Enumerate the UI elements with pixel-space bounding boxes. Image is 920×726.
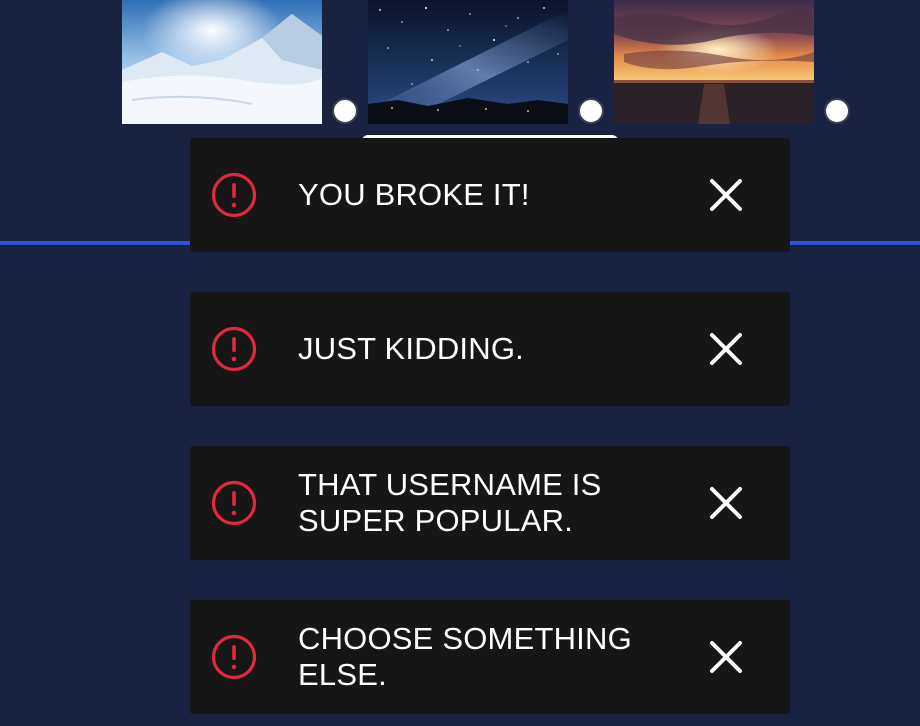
alert-circle-icon	[211, 326, 257, 372]
toast-notification: YOU BROKE IT!	[190, 138, 790, 252]
image-radio-3[interactable]	[824, 98, 850, 124]
image-radio-2[interactable]	[578, 98, 604, 124]
sunset-ocean-image[interactable]	[614, 0, 814, 124]
starry-night-picture	[368, 0, 568, 124]
page: YOU BROKE IT! JUST KIDDING. THAT USERNAM…	[0, 0, 920, 726]
toast-notification: CHOOSE SOMETHING ELSE.	[190, 600, 790, 714]
alert-circle-icon	[211, 480, 257, 526]
toast-message: YOU BROKE IT!	[298, 177, 530, 212]
alert-circle-icon	[211, 634, 257, 680]
close-icon[interactable]	[706, 175, 746, 215]
close-icon[interactable]	[706, 483, 746, 523]
snowy-mountain-image[interactable]	[122, 0, 322, 124]
toast-message: JUST KIDDING.	[298, 331, 524, 366]
snowy-mountain-picture	[122, 0, 322, 124]
alert-circle-icon	[211, 172, 257, 218]
close-icon[interactable]	[706, 637, 746, 677]
toast-notification: JUST KIDDING.	[190, 292, 790, 406]
toast-notification: THAT USERNAME IS SUPER POPULAR.	[190, 446, 790, 560]
starry-night-image[interactable]	[368, 0, 568, 124]
close-icon[interactable]	[706, 329, 746, 369]
image-radio-1[interactable]	[332, 98, 358, 124]
toast-message: CHOOSE SOMETHING ELSE.	[298, 621, 632, 692]
sunset-ocean-picture	[614, 0, 814, 124]
toast-message: THAT USERNAME IS SUPER POPULAR.	[298, 467, 602, 538]
